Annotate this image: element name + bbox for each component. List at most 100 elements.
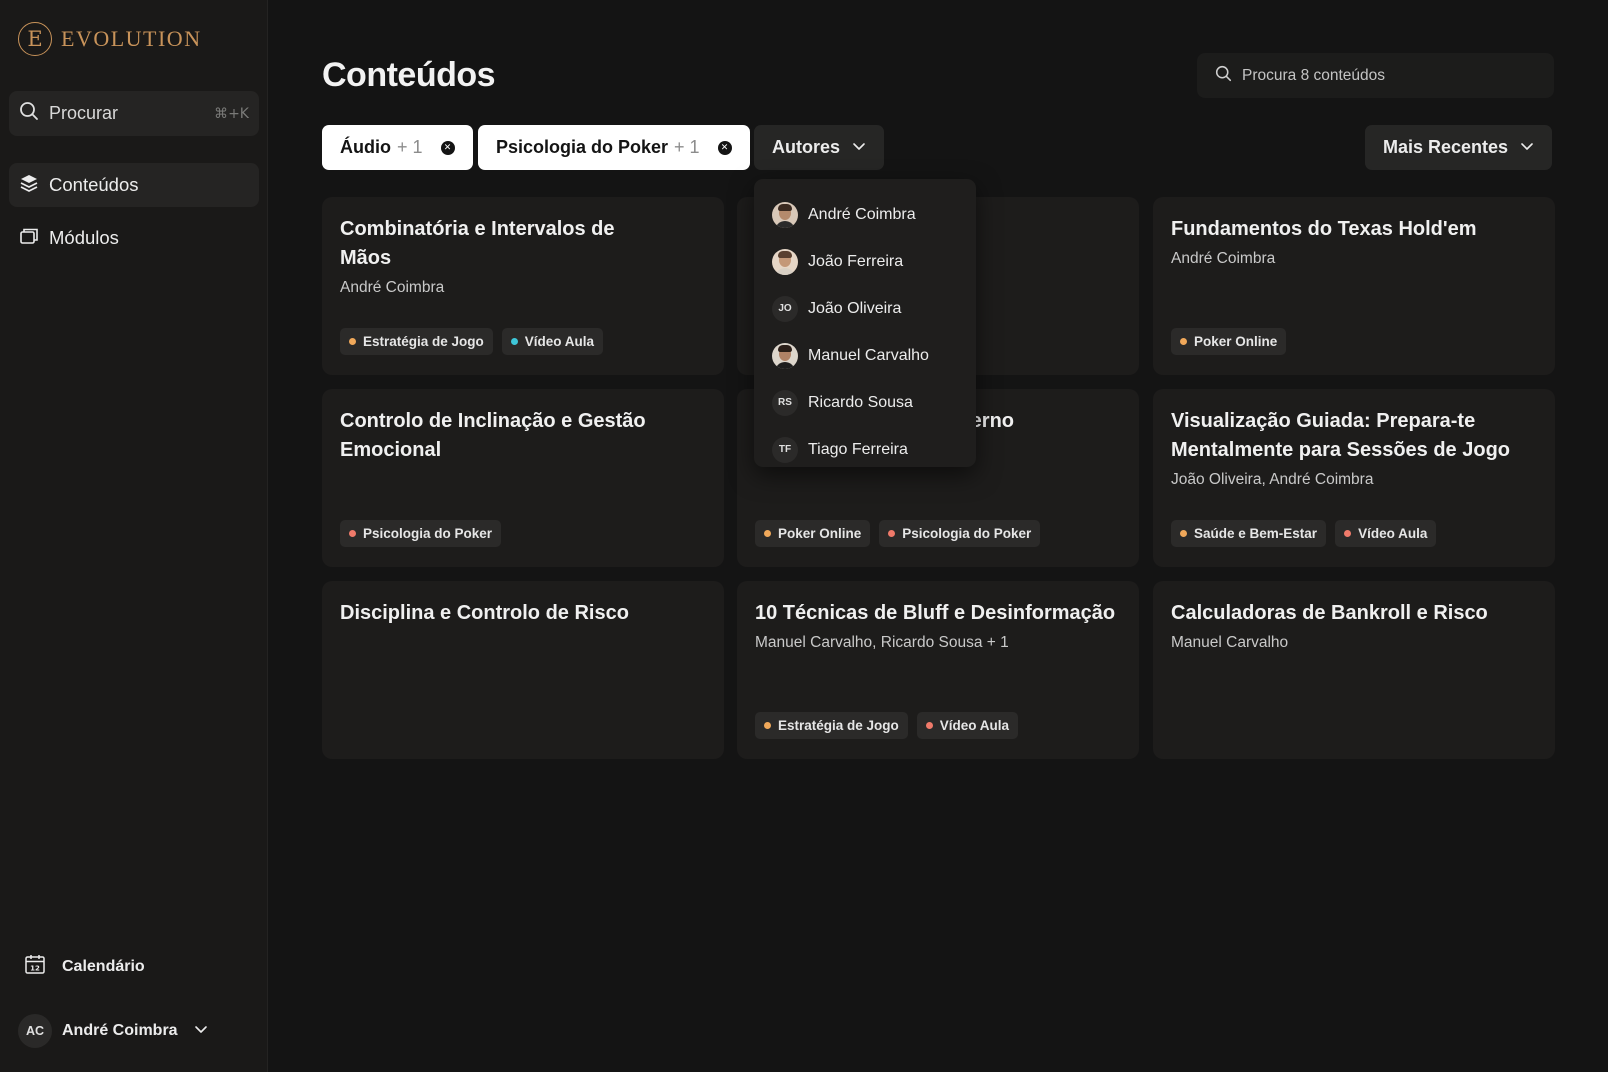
- tag: Vídeo Aula: [1335, 520, 1437, 547]
- sidebar-item-modulos[interactable]: Módulos: [9, 216, 259, 260]
- content-card[interactable]: Disciplina e Controlo de Risco: [322, 581, 724, 759]
- window-icon: [19, 226, 39, 251]
- card-title: Disciplina e Controlo de Risco: [340, 602, 629, 624]
- authors-dropdown-label: Autores: [772, 137, 841, 157]
- tag: Vídeo Aula: [501, 328, 604, 355]
- tag: Estratégia de Jogo: [340, 328, 493, 355]
- card-tags: Saúde e Bem-Estar Vídeo Aula: [1171, 520, 1437, 547]
- content-search-input[interactable]: [1242, 66, 1532, 85]
- app-window: E EVOLUTION Procurar ⌘+K Conteúdos Módul…: [0, 0, 1608, 1072]
- avatar: [772, 201, 798, 228]
- tag-label: Vídeo Aula: [939, 718, 1010, 733]
- tag: Saúde e Bem-Estar: [1171, 520, 1327, 547]
- tag-dot: [510, 338, 518, 345]
- tag-label: Saúde e Bem-Estar: [1194, 526, 1318, 541]
- avatar: [772, 342, 798, 369]
- author-name: Ricardo Sousa: [808, 393, 913, 411]
- card-title: 10 Técnicas de Bluff e Desinformação: [755, 602, 1116, 624]
- card-title: Fundamentos do Texas Hold'em: [1171, 218, 1477, 240]
- avatar: RS: [772, 389, 798, 416]
- tag-label: Estratégia de Jogo: [778, 718, 899, 733]
- tag-dot: [764, 722, 771, 729]
- filter-chip-label: Áudio: [340, 137, 391, 157]
- close-icon[interactable]: ✕: [440, 140, 455, 155]
- brand-logo[interactable]: E EVOLUTION: [18, 22, 202, 56]
- logo-text: EVOLUTION: [61, 26, 202, 51]
- author-option-joao-ferreira[interactable]: João Ferreira: [754, 238, 976, 285]
- card-tags: Estratégia de Jogo Vídeo Aula: [340, 328, 604, 355]
- calendar-label: Calendário: [62, 957, 145, 975]
- tag-label: Poker Online: [778, 526, 862, 541]
- tag-dot: [1180, 530, 1187, 537]
- search-icon: [19, 101, 39, 126]
- search-icon: [1215, 65, 1232, 87]
- tag-dot: [925, 722, 933, 729]
- content-card[interactable]: Calculadoras de Bankroll e Risco Manuel …: [1153, 581, 1555, 759]
- sidebar-item-conteudos[interactable]: Conteúdos: [9, 163, 259, 207]
- author-name: André Coimbra: [808, 205, 916, 223]
- tag: Poker Online: [755, 520, 871, 547]
- user-menu[interactable]: AC André Coimbra: [18, 1014, 208, 1048]
- filter-chip-label: Psicologia do Poker: [496, 137, 669, 157]
- filter-chip-psicologia[interactable]: Psicologia do Poker + 1 ✕: [478, 125, 750, 170]
- card-title: Visualização Guiada: Prepara-te Mentalme…: [1171, 410, 1511, 461]
- search-shortcut: ⌘+K: [214, 105, 249, 122]
- card-authors: João Oliveira, André Coimbra: [1171, 471, 1374, 488]
- content-card[interactable]: Fundamentos do Texas Hold'em André Coimb…: [1153, 197, 1555, 375]
- content-card[interactable]: Visualização Guiada: Prepara-te Mentalme…: [1153, 389, 1555, 567]
- content-search[interactable]: [1197, 53, 1554, 98]
- sidebar: E EVOLUTION Procurar ⌘+K Conteúdos Módul…: [0, 0, 268, 1072]
- content-card[interactable]: 10 Técnicas de Bluff e Desinformação Man…: [737, 581, 1139, 759]
- chevron-down-icon: [194, 1022, 208, 1041]
- sidebar-item-label: Conteúdos: [49, 174, 139, 195]
- author-name: João Oliveira: [808, 299, 902, 317]
- author-name: Tiago Ferreira: [808, 440, 908, 458]
- avatar: AC: [18, 1014, 52, 1048]
- avatar: [772, 248, 798, 275]
- filter-chip-extra: + 1: [397, 137, 423, 157]
- sort-dropdown-button[interactable]: Mais Recentes: [1365, 125, 1553, 170]
- svg-text:12: 12: [30, 965, 40, 973]
- tag-label: Estratégia de Jogo: [363, 334, 484, 349]
- close-icon[interactable]: ✕: [717, 140, 732, 155]
- card-authors: Manuel Carvalho, Ricardo Sousa + 1: [755, 634, 1009, 651]
- author-name: João Ferreira: [808, 252, 904, 270]
- card-title: Calculadoras de Bankroll e Risco: [1171, 602, 1488, 624]
- logo-mark: E: [18, 22, 52, 56]
- tag-dot: [1180, 338, 1187, 345]
- content-card[interactable]: Combinatória e Intervalos de Mãos André …: [322, 197, 724, 375]
- tag-dot: [349, 530, 356, 537]
- tag: Poker Online: [1171, 328, 1287, 355]
- authors-dropdown-button[interactable]: Autores: [754, 125, 885, 170]
- tag-label: Vídeo Aula: [524, 334, 595, 349]
- filter-chip-audio[interactable]: Áudio + 1 ✕: [322, 125, 473, 170]
- sidebar-item-label: Módulos: [49, 227, 119, 248]
- calendar-icon: 12: [24, 953, 46, 980]
- sidebar-item-calendario[interactable]: 12 Calendário: [24, 953, 145, 980]
- tag-label: Psicologia do Poker: [902, 526, 1032, 541]
- author-option-ricardo-sousa[interactable]: RS Ricardo Sousa: [754, 379, 976, 426]
- card-tags: Psicologia do Poker: [340, 520, 502, 547]
- author-option-andre-coimbra[interactable]: André Coimbra: [754, 191, 976, 238]
- sidebar-search-button[interactable]: Procurar ⌘+K: [9, 91, 259, 136]
- tag-dot: [1344, 530, 1352, 537]
- card-authors: Manuel Carvalho: [1171, 634, 1289, 651]
- tag-label: Poker Online: [1194, 334, 1278, 349]
- tag: Psicologia do Poker: [340, 520, 502, 547]
- author-option-joao-oliveira[interactable]: JO João Oliveira: [754, 285, 976, 332]
- tag-dot: [764, 530, 771, 537]
- tag: Psicologia do Poker: [879, 520, 1041, 547]
- card-authors: André Coimbra: [340, 279, 445, 296]
- page-title: Conteúdos: [322, 56, 496, 94]
- user-name: André Coimbra: [62, 1022, 178, 1039]
- content-card[interactable]: Controlo de Inclinação e Gestão Emociona…: [322, 389, 724, 567]
- tag-dot: [888, 530, 896, 537]
- author-option-manuel-carvalho[interactable]: Manuel Carvalho: [754, 332, 976, 379]
- card-authors: André Coimbra: [1171, 250, 1276, 267]
- layers-icon: [19, 173, 39, 198]
- author-option-tiago-ferreira[interactable]: TF Tiago Ferreira: [754, 426, 976, 473]
- card-title: Combinatória e Intervalos de Mãos: [340, 218, 615, 269]
- tag-label: Psicologia do Poker: [363, 526, 493, 541]
- chevron-down-icon: [852, 137, 866, 158]
- authors-dropdown-menu: André Coimbra João Ferreira JO João Oliv…: [754, 179, 976, 467]
